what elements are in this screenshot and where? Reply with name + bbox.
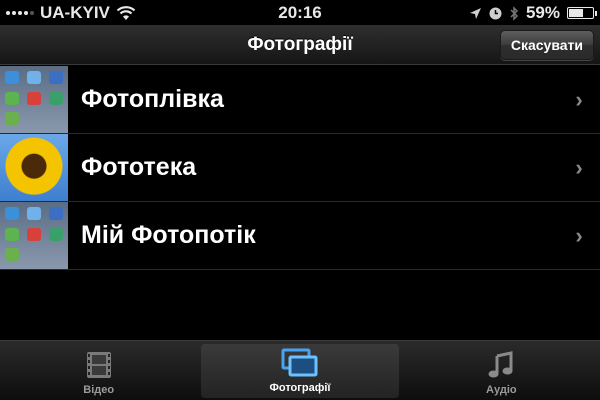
chevron-right-icon: › xyxy=(575,154,583,180)
tab-video[interactable]: Відео xyxy=(0,341,197,400)
music-note-icon xyxy=(488,351,513,378)
chevron-right-icon: › xyxy=(575,86,583,112)
list-item-label: Мій Фотопотік xyxy=(81,221,256,249)
bluetooth-icon xyxy=(510,5,519,21)
tab-label: Аудіо xyxy=(486,384,517,396)
cancel-button[interactable]: Скасувати xyxy=(499,30,594,60)
sunflower-thumbnail xyxy=(0,134,68,201)
film-icon xyxy=(86,352,111,378)
list-item-photo-library[interactable]: Фототека › xyxy=(0,134,600,202)
list-item-label: Фототека xyxy=(81,153,197,181)
app-grid-thumbnail xyxy=(0,202,68,269)
list-item-camera-roll[interactable]: Фотоплівка › xyxy=(0,66,600,134)
tab-photos[interactable]: Фотографії xyxy=(201,344,399,398)
photos-icon xyxy=(281,348,318,377)
chevron-right-icon: › xyxy=(575,222,583,248)
tab-bar: Відео Фотографії Аудіо xyxy=(0,340,600,400)
tab-label: Відео xyxy=(83,384,115,396)
tab-label: Фотографії xyxy=(269,382,331,394)
list-item-label: Фотоплівка xyxy=(81,85,224,113)
app-grid-thumbnail xyxy=(0,66,68,133)
clock-icon xyxy=(489,7,502,19)
navigation-bar: Фотографії Скасувати xyxy=(0,25,600,65)
battery-percent: 59% xyxy=(525,3,560,22)
tab-audio[interactable]: Аудіо xyxy=(403,341,600,400)
location-icon xyxy=(469,7,481,19)
battery-icon xyxy=(567,7,597,19)
status-right: 59% xyxy=(469,3,597,23)
status-bar: UA-KYIV 20:16 59% xyxy=(0,0,600,25)
album-list: Фотоплівка › Фототека › Мій Фотопотік › xyxy=(0,66,600,270)
list-item-photo-stream[interactable]: Мій Фотопотік › xyxy=(0,202,600,270)
